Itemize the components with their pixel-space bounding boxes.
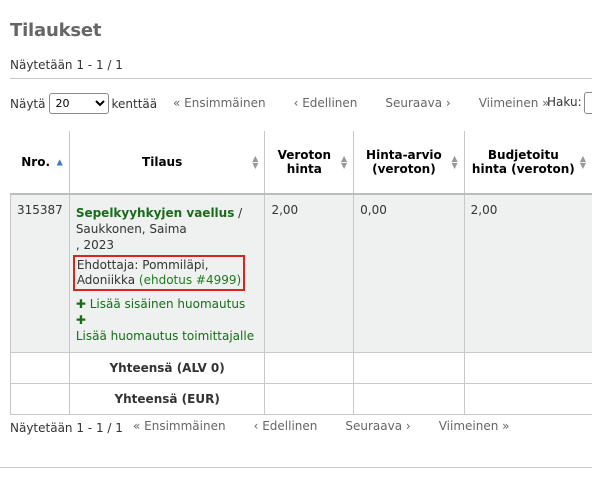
search-input[interactable] [584,92,592,114]
page-length-control: Näytä 20 kenttää [10,93,157,114]
cell-estimate: 0,00 [353,194,465,353]
total-empty-cell [353,383,465,415]
table-header-row: Nro. ▲ Tilaus ▲ ▼ Veroton hinta ▲ ▼ Hinta-a… [10,131,592,195]
divider [0,467,592,468]
pager-last[interactable]: Viimeinen » [439,419,510,433]
proposer-highlight: Ehdottaja: Pommiläpi, Adoniikka (ehdotus… [72,255,246,291]
total-label-vat0: Yhteensä (ALV 0) [68,352,266,384]
total-empty-cell [10,383,70,415]
total-empty-cell [463,352,592,384]
sort-icon: ▲ ▼ [252,154,259,170]
column-header-nro[interactable]: Nro. ▲ [10,131,70,195]
pager-last[interactable]: Viimeinen » [479,96,550,110]
column-header-budjetoitu[interactable]: Budjetoitu hinta (veroton) ▲ ▼ [463,131,592,195]
total-label-eur: Yhteensä (EUR) [68,383,266,415]
sort-icon: ▲ ▼ [451,154,458,170]
plus-icon: ✚ [75,297,86,311]
add-vendor-note-link[interactable]: Lisää huomautus toimittajalle [76,329,254,343]
pager-top: « Ensimmäinen ‹ Edellinen Seuraava › Vii… [173,96,550,110]
total-empty-cell [353,352,465,384]
orders-table: Nro. ▲ Tilaus ▲ ▼ Veroton hinta ▲ ▼ Hinta-a… [10,131,592,415]
sort-icon: ▲ ▼ [579,154,586,170]
order-year: , 2023 [75,238,114,252]
cell-order-number: 315387 [10,194,70,353]
show-label: Näytä [10,96,46,111]
cell-order: Sepelkyyhkyjen vaellus / Saukkonen, Saim… [68,194,266,353]
results-info-top: Näytetään 1 - 1 / 1 [10,58,123,72]
pager-first[interactable]: « Ensimmäinen [173,96,266,110]
proposer-label: Ehdottaja: Pommiläpi, [76,258,209,272]
sort-asc-icon: ▲ [56,157,63,167]
title-separator: / [234,206,243,220]
plus-icon: ✚ [75,313,86,327]
cell-price: 2,00 [264,194,355,353]
divider [10,78,592,79]
pager-first[interactable]: « Ensimmäinen [133,419,226,433]
search-label: Haku: [547,95,582,109]
sort-icon: ▲ ▼ [341,154,348,170]
total-row-eur: Yhteensä (EUR) [10,383,592,415]
total-empty-cell [463,383,592,415]
pager-next[interactable]: Seuraava › [345,419,410,433]
add-internal-note-link[interactable]: Lisää sisäinen huomautus [90,297,246,311]
pager-prev[interactable]: ‹ Edellinen [294,96,358,110]
total-empty-cell [10,352,70,384]
order-title-link[interactable]: Sepelkyyhkyjen vaellus [76,206,235,220]
total-empty-cell [264,383,355,415]
column-header-veroton-hinta[interactable]: Veroton hinta ▲ ▼ [264,131,355,195]
total-row-vat0: Yhteensä (ALV 0) [10,352,592,384]
total-empty-cell [264,352,355,384]
cell-budget: 2,00 [463,194,592,353]
results-info-bottom: Näytetään 1 - 1 / 1 [10,421,123,435]
column-header-tilaus[interactable]: Tilaus ▲ ▼ [68,131,266,195]
order-author: Saukkonen, Saima [75,222,187,236]
page-title: Tilaukset [10,20,102,41]
show-suffix: kenttää [111,96,158,111]
page-length-select[interactable]: 20 [48,93,109,114]
table-row: 315387 Sepelkyyhkyjen vaellus / Saukkone… [10,194,592,353]
suggestion-link[interactable]: (ehdotus #4999) [139,273,241,287]
column-header-hinta-arvio[interactable]: Hinta-arvio (veroton) ▲ ▼ [353,131,465,195]
pager-prev[interactable]: ‹ Edellinen [254,419,318,433]
pager-next[interactable]: Seuraava › [385,96,450,110]
pager-bottom: « Ensimmäinen ‹ Edellinen Seuraava › Vii… [133,419,510,433]
proposer-name: Adoniikka [76,273,136,287]
